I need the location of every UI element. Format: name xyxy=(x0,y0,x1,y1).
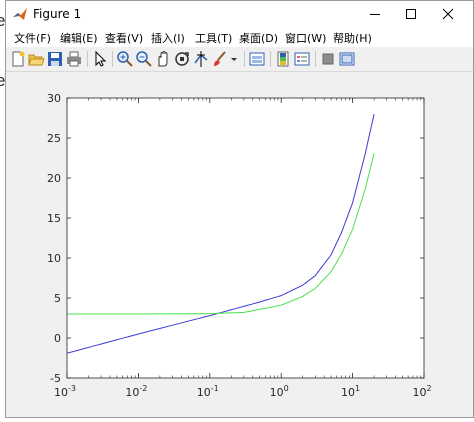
toolbar-separator xyxy=(112,51,113,67)
figure-window: Figure 1 文件(F) 编辑(E) 查看(V) 插入(I) 工具(T) 桌… xyxy=(5,0,474,418)
y-tick-label: -5 xyxy=(50,372,61,385)
menu-bar: 文件(F) 编辑(E) 查看(V) 插入(I) 工具(T) 桌面(D) 窗口(W… xyxy=(6,27,473,47)
y-tick-label: 30 xyxy=(47,92,61,105)
rotate-3d-icon[interactable] xyxy=(173,50,191,68)
toolbar-separator xyxy=(244,51,245,67)
figure-canvas: -5 0 5 10 15 20 25 30 10-3 10-2 10-1 100 101 102 xyxy=(6,72,473,417)
close-icon xyxy=(442,8,454,20)
menu-window[interactable]: 窗口(W) xyxy=(285,30,326,46)
y-tick-label: 5 xyxy=(54,292,61,305)
toolbar-separator xyxy=(270,51,271,67)
y-tick-label: 10 xyxy=(47,252,61,265)
toolbar-separator xyxy=(87,51,88,67)
open-file-icon[interactable] xyxy=(27,50,45,68)
y-tick-label: 0 xyxy=(54,332,61,345)
pan-icon[interactable] xyxy=(154,50,172,68)
maximize-icon xyxy=(406,9,416,19)
zoom-in-icon[interactable] xyxy=(116,50,134,68)
show-plot-tools-icon[interactable] xyxy=(338,50,356,68)
y-tick-label: 20 xyxy=(47,172,61,185)
menu-desktop[interactable]: 桌面(D) xyxy=(239,30,278,46)
menu-view[interactable]: 查看(V) xyxy=(105,30,143,46)
menu-edit[interactable]: 编辑(E) xyxy=(60,30,98,46)
x-tick-label: 10-3 xyxy=(54,384,76,399)
menu-tools[interactable]: 工具(T) xyxy=(195,30,232,46)
close-button[interactable] xyxy=(431,1,465,27)
y-tick-label: 25 xyxy=(47,132,61,145)
matlab-icon xyxy=(13,8,27,20)
x-tick-label: 10-1 xyxy=(197,384,219,399)
x-tick-label: 101 xyxy=(341,384,360,399)
toolbar-separator xyxy=(315,51,316,67)
save-icon[interactable] xyxy=(46,50,64,68)
plot-svg: -5 0 5 10 15 20 25 30 10-3 10-2 10-1 100 101 102 xyxy=(47,92,432,399)
print-icon[interactable] xyxy=(65,50,83,68)
new-figure-icon[interactable] xyxy=(9,50,27,68)
data-cursor-icon[interactable] xyxy=(192,50,210,68)
menu-file[interactable]: 文件(F) xyxy=(14,30,51,46)
title-bar[interactable]: Figure 1 xyxy=(6,1,473,27)
minimize-icon xyxy=(370,14,380,15)
menu-insert[interactable]: 插入(I) xyxy=(151,30,185,46)
x-tick-label: 10-2 xyxy=(125,384,147,399)
link-plot-icon[interactable] xyxy=(248,50,266,68)
plot-area[interactable] xyxy=(67,98,424,378)
menu-help[interactable]: 帮助(H) xyxy=(333,30,372,46)
x-tick-label: 102 xyxy=(412,384,431,399)
colorbar-icon[interactable] xyxy=(274,50,292,68)
hide-plot-tools-icon[interactable] xyxy=(319,50,337,68)
x-tick-label: 100 xyxy=(270,384,289,399)
minimize-button[interactable] xyxy=(358,1,392,27)
chevron-down-icon[interactable] xyxy=(229,50,239,68)
pointer-icon[interactable] xyxy=(91,50,109,68)
zoom-out-icon[interactable] xyxy=(135,50,153,68)
brush-icon[interactable] xyxy=(211,50,229,68)
legend-icon[interactable] xyxy=(293,50,311,68)
y-tick-label: 15 xyxy=(47,212,61,225)
window-title: Figure 1 xyxy=(33,7,82,21)
maximize-button[interactable] xyxy=(394,1,428,27)
figure-toolbar xyxy=(6,47,473,72)
